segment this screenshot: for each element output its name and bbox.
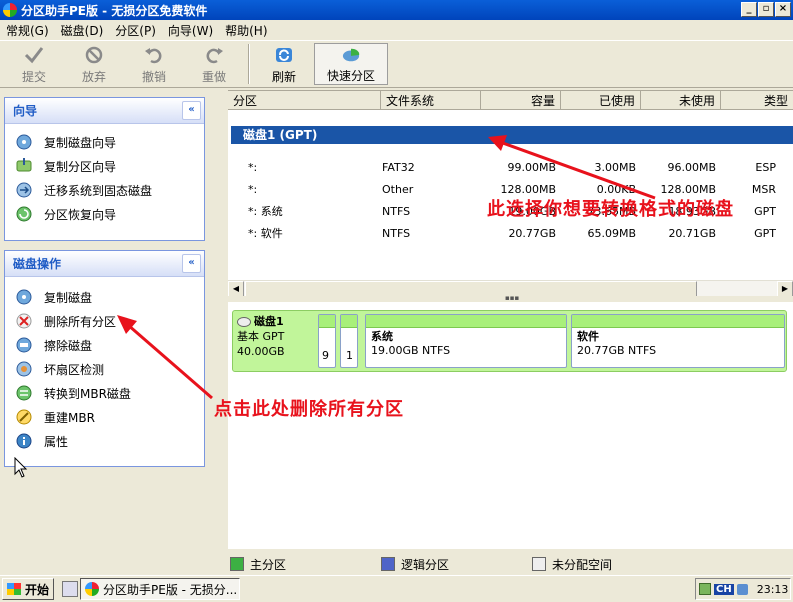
annotation-arrows xyxy=(117,135,656,400)
arrow-to-disk-icon xyxy=(499,140,656,200)
annotation-select-disk: 此选择你想要转换格式的磁盘 xyxy=(487,199,734,220)
app-window: 分区助手PE版 - 无损分区免费软件 _ ▫ × 常规(G) 磁盘(D) 分区(… xyxy=(0,0,793,602)
arrow-to-delete-icon xyxy=(127,323,213,400)
annotation-delete-all: 点击此处删除所有分区 xyxy=(214,399,404,420)
